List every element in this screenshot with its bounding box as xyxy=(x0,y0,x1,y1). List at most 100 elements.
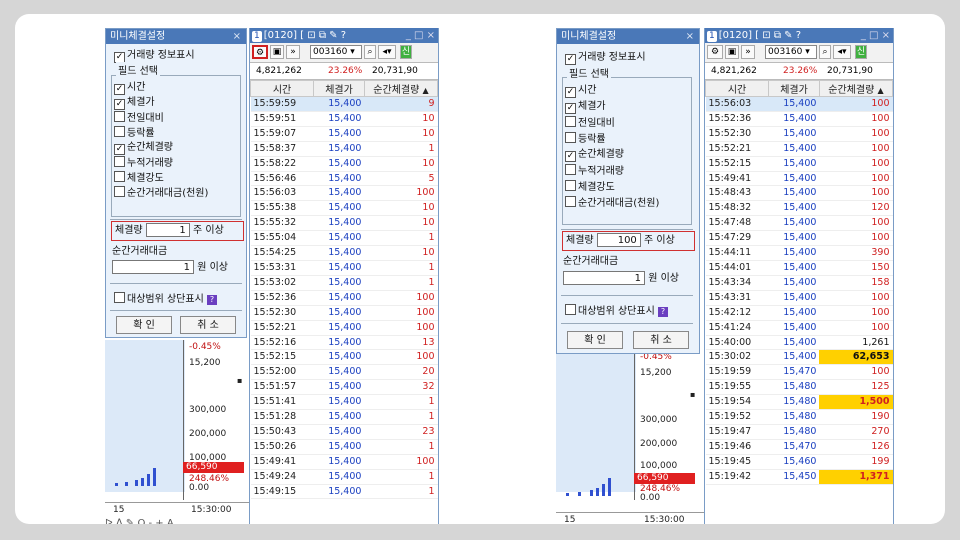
close-icon[interactable]: × xyxy=(233,29,241,44)
volume-input[interactable]: 1 xyxy=(145,223,190,237)
field-volume[interactable]: ✓ 순간체결량 xyxy=(565,148,624,162)
field-strength[interactable]: 체결강도 xyxy=(114,171,164,186)
table-row[interactable]: 15:19:52 15,480 190 xyxy=(705,409,893,425)
table-row[interactable]: 15:51:28 15,400 1 xyxy=(250,409,438,425)
col-time[interactable]: 시간 xyxy=(704,80,770,97)
table-row[interactable]: 15:52:00 15,400 20 xyxy=(250,364,438,381)
table-row[interactable]: 15:44:11 15,400 390 xyxy=(705,245,893,261)
field-rate[interactable]: 등락률 xyxy=(114,126,155,141)
table-row[interactable]: 15:49:24 15,400 1 xyxy=(250,469,438,485)
col-volume[interactable]: 순간체결량 ▲ xyxy=(818,80,894,97)
window-controls[interactable]: _ □ × xyxy=(406,28,435,43)
field-amount[interactable]: 순간거래대금(천원) xyxy=(565,196,659,211)
cancel-button[interactable]: 취 소 xyxy=(633,331,689,349)
table-row[interactable]: 15:47:48 15,400 100 xyxy=(705,215,893,232)
field-time[interactable]: ✓ 시간 xyxy=(114,81,145,95)
table-row[interactable]: 15:19:54 15,480 1,500 xyxy=(705,394,893,411)
table-row[interactable]: 15:48:32 15,400 120 xyxy=(705,200,893,217)
field-strength[interactable]: 체결강도 xyxy=(565,180,615,195)
table-row[interactable]: 15:52:15 15,400 100 xyxy=(250,349,438,366)
stock-code-input[interactable]: 003160 ▾ xyxy=(310,45,362,59)
ok-button[interactable]: 확 인 xyxy=(567,331,623,349)
chart-scroll-icon[interactable]: ▪ xyxy=(237,376,242,385)
table-row[interactable]: 15:42:12 15,400 100 xyxy=(705,305,893,321)
new-order-button[interactable]: 신 xyxy=(855,45,867,59)
table-row[interactable]: 15:58:22 15,400 10 xyxy=(250,156,438,172)
table-row[interactable]: 15:56:03 15,400 100 xyxy=(250,185,438,202)
table-row[interactable]: 15:53:31 15,400 1 xyxy=(250,260,438,276)
expand-icon[interactable]: » xyxy=(741,45,755,59)
field-cum-volume[interactable]: 누적거래량 xyxy=(114,156,173,171)
table-row[interactable]: 15:56:03 15,400 100 xyxy=(705,96,893,112)
chart-scroll-icon[interactable]: ▪ xyxy=(690,390,695,399)
field-change[interactable]: 전일대비 xyxy=(114,111,164,126)
table-row[interactable]: 15:52:30 15,400 100 xyxy=(250,305,438,321)
col-volume[interactable]: 순간체결량 ▲ xyxy=(363,80,439,97)
cancel-button[interactable]: 취 소 xyxy=(180,316,236,334)
lock-icon[interactable]: ▣ xyxy=(270,45,284,59)
table-row[interactable]: 15:50:43 15,400 23 xyxy=(250,424,438,440)
table-row[interactable]: 15:58:37 15,400 1 xyxy=(250,141,438,157)
col-price[interactable]: 체결가 xyxy=(313,80,365,97)
gear-icon[interactable]: ⚙ xyxy=(707,45,723,59)
expand-icon[interactable]: » xyxy=(286,45,300,59)
table-row[interactable]: 15:19:55 15,480 125 xyxy=(705,379,893,396)
gear-icon[interactable]: ⚙ xyxy=(252,45,268,59)
table-row[interactable]: 15:47:29 15,400 100 xyxy=(705,230,893,247)
col-time[interactable]: 시간 xyxy=(249,80,315,97)
table-row[interactable]: 15:59:07 15,400 10 xyxy=(250,126,438,142)
table-row[interactable]: 15:52:36 15,400 100 xyxy=(250,290,438,306)
chart-toolbar[interactable]: ᐅ ᐃ ✎ Q - + A xyxy=(105,516,249,524)
table-row[interactable]: 15:48:43 15,400 100 xyxy=(705,185,893,202)
table-row[interactable]: 15:19:47 15,480 270 xyxy=(705,424,893,440)
field-price[interactable]: ✓ 체결가 xyxy=(114,96,155,110)
table-row[interactable]: 15:19:46 15,470 126 xyxy=(705,439,893,455)
table-row[interactable]: 15:52:30 15,400 100 xyxy=(705,126,893,142)
sound-icon[interactable]: ◂▾ xyxy=(833,45,851,59)
table-row[interactable]: 15:55:38 15,400 10 xyxy=(250,200,438,217)
field-volume[interactable]: ✓ 순간체결량 xyxy=(114,141,173,155)
search-icon[interactable]: ⌕ xyxy=(364,45,376,59)
table-row[interactable]: 15:52:21 15,400 100 xyxy=(250,320,438,336)
table-row[interactable]: 15:51:57 15,400 32 xyxy=(250,379,438,396)
col-price[interactable]: 체결가 xyxy=(768,80,820,97)
sound-icon[interactable]: ◂▾ xyxy=(378,45,396,59)
new-order-button[interactable]: 신 xyxy=(400,45,412,59)
table-row[interactable]: 15:49:41 15,400 100 xyxy=(705,171,893,187)
field-amount[interactable]: 순간거래대금(천원) xyxy=(114,186,208,201)
table-row[interactable]: 15:44:01 15,400 150 xyxy=(705,260,893,276)
table-row[interactable]: 15:19:42 15,450 1,371 xyxy=(705,469,893,485)
amount-input[interactable]: 1 xyxy=(112,260,194,274)
field-change[interactable]: 전일대비 xyxy=(565,116,615,131)
table-row[interactable]: 15:52:21 15,400 100 xyxy=(705,141,893,157)
field-rate[interactable]: 등락률 xyxy=(565,132,606,147)
table-row[interactable]: 15:54:25 15,400 10 xyxy=(250,245,438,261)
table-row[interactable]: 15:49:15 15,400 1 xyxy=(250,484,438,500)
show-info-checkbox[interactable]: ✓ 거래량 정보표시 xyxy=(114,49,195,63)
stock-code-input[interactable]: 003160 ▾ xyxy=(765,45,817,59)
table-row[interactable]: 15:52:36 15,400 100 xyxy=(705,111,893,127)
show-info-checkbox[interactable]: ✓ 거래량 정보표시 xyxy=(565,51,646,65)
table-row[interactable]: 15:43:31 15,400 100 xyxy=(705,290,893,306)
table-row[interactable]: 15:19:59 15,470 100 xyxy=(705,364,893,381)
table-row[interactable]: 15:51:41 15,400 1 xyxy=(250,394,438,411)
table-row[interactable]: 15:52:15 15,400 100 xyxy=(705,156,893,172)
table-row[interactable]: 15:52:16 15,400 13 xyxy=(250,335,438,351)
table-row[interactable]: 15:40:00 15,400 1,261 xyxy=(705,335,893,351)
close-icon[interactable]: × xyxy=(686,29,694,44)
table-row[interactable]: 15:50:26 15,400 1 xyxy=(250,439,438,455)
search-icon[interactable]: ⌕ xyxy=(819,45,831,59)
table-row[interactable]: 15:56:46 15,400 5 xyxy=(250,171,438,187)
window-controls[interactable]: _ □ × xyxy=(861,28,890,43)
field-price[interactable]: ✓ 체결가 xyxy=(565,100,606,114)
table-row[interactable]: 15:59:59 15,400 9 xyxy=(250,96,438,112)
range-checkbox[interactable]: 대상범위 상단표시 ? xyxy=(565,304,668,319)
field-time[interactable]: ✓ 시간 xyxy=(565,84,596,98)
volume-input[interactable]: 100 xyxy=(596,233,641,247)
lock-icon[interactable]: ▣ xyxy=(725,45,739,59)
field-cum-volume[interactable]: 누적거래량 xyxy=(565,164,624,179)
table-row[interactable]: 15:55:32 15,400 10 xyxy=(250,215,438,232)
table-row[interactable]: 15:59:51 15,400 10 xyxy=(250,111,438,127)
table-row[interactable]: 15:41:24 15,400 100 xyxy=(705,320,893,336)
ok-button[interactable]: 확 인 xyxy=(116,316,172,334)
